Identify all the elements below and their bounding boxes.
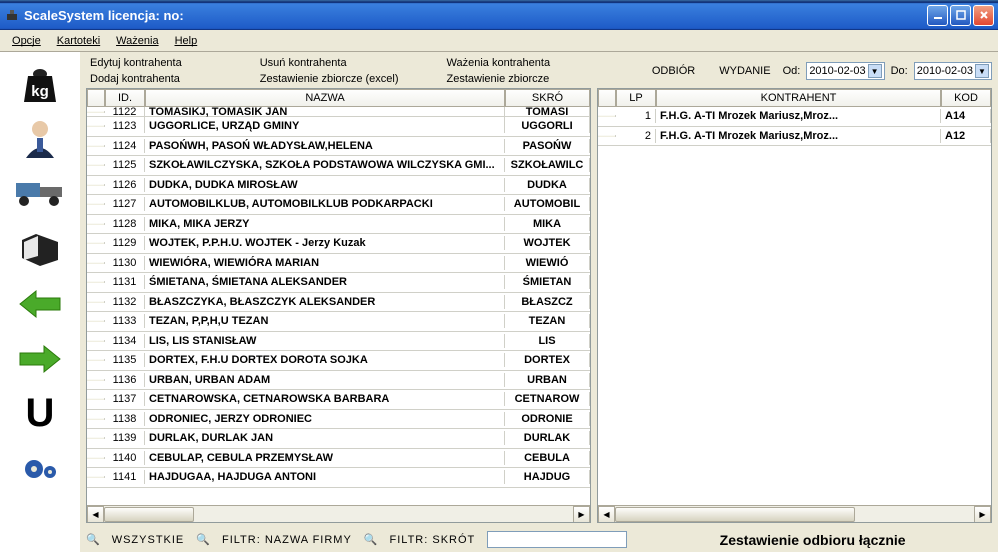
table-row[interactable]: 1140CEBULAP, CEBULA PRZEMYSŁAWCEBULA [87,449,590,469]
titlebar: ScaleSystem licencja: no: [0,0,998,30]
maximize-button[interactable] [950,5,971,26]
minimize-button[interactable] [927,5,948,26]
table-row[interactable]: 1131ŚMIETANA, ŚMIETANA ALEKSANDERŚMIETAN [87,273,590,293]
action-dodaj[interactable]: Dodaj kontrahenta [86,72,186,86]
filter-wszystkie[interactable]: WSZYSTKIE [106,532,191,548]
arrow-left-icon[interactable] [13,280,67,327]
left-col-skrot[interactable]: SKRÓ [505,89,590,107]
table-row[interactable]: 1124PASOŃWH, PASOŃ WŁADYSŁAW,HELENAPASOŃ… [87,137,590,157]
gear-icon[interactable] [13,445,67,492]
action-edytuj[interactable]: Edytuj kontrahenta [86,56,186,70]
window-title: ScaleSystem licencja: no: [24,8,927,23]
left-col-id[interactable]: ID. [105,89,145,107]
filter-nazwa[interactable]: FILTR: NAZWA FIRMY [216,532,358,548]
table-row[interactable]: 1128MIKA, MIKA JERZYMIKA [87,215,590,235]
table-row[interactable]: 1137CETNAROWSKA, CETNAROWSKA BARBARACETN… [87,390,590,410]
table-row[interactable]: 1139DURLAK, DURLAK JANDURLAK [87,429,590,449]
date-to-dropdown-icon[interactable] [975,64,989,78]
sidebar: kg U [0,52,80,552]
date-from-dropdown-icon[interactable] [868,64,882,78]
search-input[interactable] [487,531,627,548]
table-row[interactable]: 1125SZKOŁAWILCZYSKA, SZKOŁA PODSTAWOWA W… [87,156,590,176]
table-row[interactable]: 1122TOMASIKJ, TOMASIK JANTOMASI [87,107,590,117]
table-row[interactable]: 2F.H.G. A-TI Mrozek Mariusz,Mroz...A12 [598,127,991,147]
action-wazenia[interactable]: Ważenia kontrahenta [443,56,555,70]
action-usun[interactable]: Usuń kontrahenta [256,56,403,70]
arrow-right-icon[interactable] [13,335,67,382]
summary-label: Zestawienie odbioru łącznie [633,532,992,548]
menu-opcje[interactable]: Opcje [4,33,49,49]
person-icon[interactable] [13,115,67,162]
magnifier-icon: 🔍 [196,533,210,546]
left-grid: ID. NAZWA SKRÓ 1122TOMASIKJ, TOMASIK JAN… [86,88,591,523]
scroll-thumb[interactable] [104,507,194,522]
table-row[interactable]: 1129WOJTEK, P.P.H.U. WOJTEK - Jerzy Kuza… [87,234,590,254]
table-row[interactable]: 1136URBAN, URBAN ADAMURBAN [87,371,590,391]
label-od: Od: [783,65,801,77]
table-row[interactable]: 1134LIS, LIS STANISŁAWLIS [87,332,590,352]
table-row[interactable]: 1133TEZAN, P,P,H,U TEZANTEZAN [87,312,590,332]
left-col-nazwa[interactable]: NAZWA [145,89,505,107]
folder-icon[interactable] [13,225,67,272]
left-row-header[interactable] [87,89,105,107]
label-wydanie[interactable]: WYDANIE [719,65,770,77]
magnifier-icon: 🔍 [86,533,100,546]
label-odbior[interactable]: ODBIÓR [652,65,695,77]
menu-kartoteki[interactable]: Kartoteki [49,33,108,49]
right-grid-body[interactable]: 1F.H.G. A-TI Mrozek Mariusz,Mroz...A142F… [598,107,991,505]
filter-skrot[interactable]: FILTR: SKRÓT [384,532,482,548]
menubar: Opcje Kartoteki Ważenia Help [0,30,998,52]
scroll-left-icon[interactable]: ◀ [87,506,104,523]
weight-icon[interactable]: kg [13,60,67,107]
right-grid: LP KONTRAHENT KOD 1F.H.G. A-TI Mrozek Ma… [597,88,992,523]
menu-wazenia[interactable]: Ważenia [108,33,166,49]
table-row[interactable]: 1141HAJDUGAA, HAJDUGA ANTONIHAJDUG [87,468,590,488]
close-button[interactable] [973,5,994,26]
svg-text:kg: kg [31,83,49,100]
table-row[interactable]: 1130WIEWIÓRA, WIEWIÓRA MARIANWIEWIÓ [87,254,590,274]
magnifier-icon: 🔍 [364,533,378,546]
action-zest[interactable]: Zestawienie zbiorcze [443,72,555,86]
scroll-left-icon[interactable]: ◀ [598,506,615,523]
table-row[interactable]: 1126DUDKA, DUDKA MIROSŁAWDUDKA [87,176,590,196]
scroll-right-icon[interactable]: ▶ [573,506,590,523]
app-icon [4,7,20,23]
table-row[interactable]: 1135DORTEX, F.H.U DORTEX DOROTA SOJKADOR… [87,351,590,371]
right-col-lp[interactable]: LP [616,89,656,107]
label-do: Do: [891,65,908,77]
right-row-header[interactable] [598,89,616,107]
left-hscroll[interactable]: ◀ ▶ [87,505,590,522]
truck-icon[interactable] [13,170,67,217]
menu-help[interactable]: Help [167,33,206,49]
action-zest-excel[interactable]: Zestawienie zbiorcze (excel) [256,72,403,86]
table-row[interactable]: 1F.H.G. A-TI Mrozek Mariusz,Mroz...A14 [598,107,991,127]
table-row[interactable]: 1138ODRONIEC, JERZY ODRONIECODRONIE [87,410,590,430]
scroll-right-icon[interactable]: ▶ [974,506,991,523]
date-to[interactable]: 2010-02-03 [914,62,992,80]
right-col-kod[interactable]: KOD [941,89,991,107]
left-grid-body[interactable]: 1122TOMASIKJ, TOMASIK JANTOMASI1123UGGOR… [87,107,590,505]
right-col-kontrahent[interactable]: KONTRAHENT [656,89,941,107]
table-row[interactable]: 1127AUTOMOBILKLUB, AUTOMOBILKLUB PODKARP… [87,195,590,215]
scroll-thumb[interactable] [615,507,855,522]
u-icon[interactable]: U [13,390,67,437]
table-row[interactable]: 1132BŁASZCZYKA, BŁASZCZYK ALEKSANDERBŁAS… [87,293,590,313]
right-hscroll[interactable]: ◀ ▶ [598,505,991,522]
date-from[interactable]: 2010-02-03 [806,62,884,80]
table-row[interactable]: 1123UGGORLICE, URZĄD GMINYUGGORLI [87,117,590,137]
